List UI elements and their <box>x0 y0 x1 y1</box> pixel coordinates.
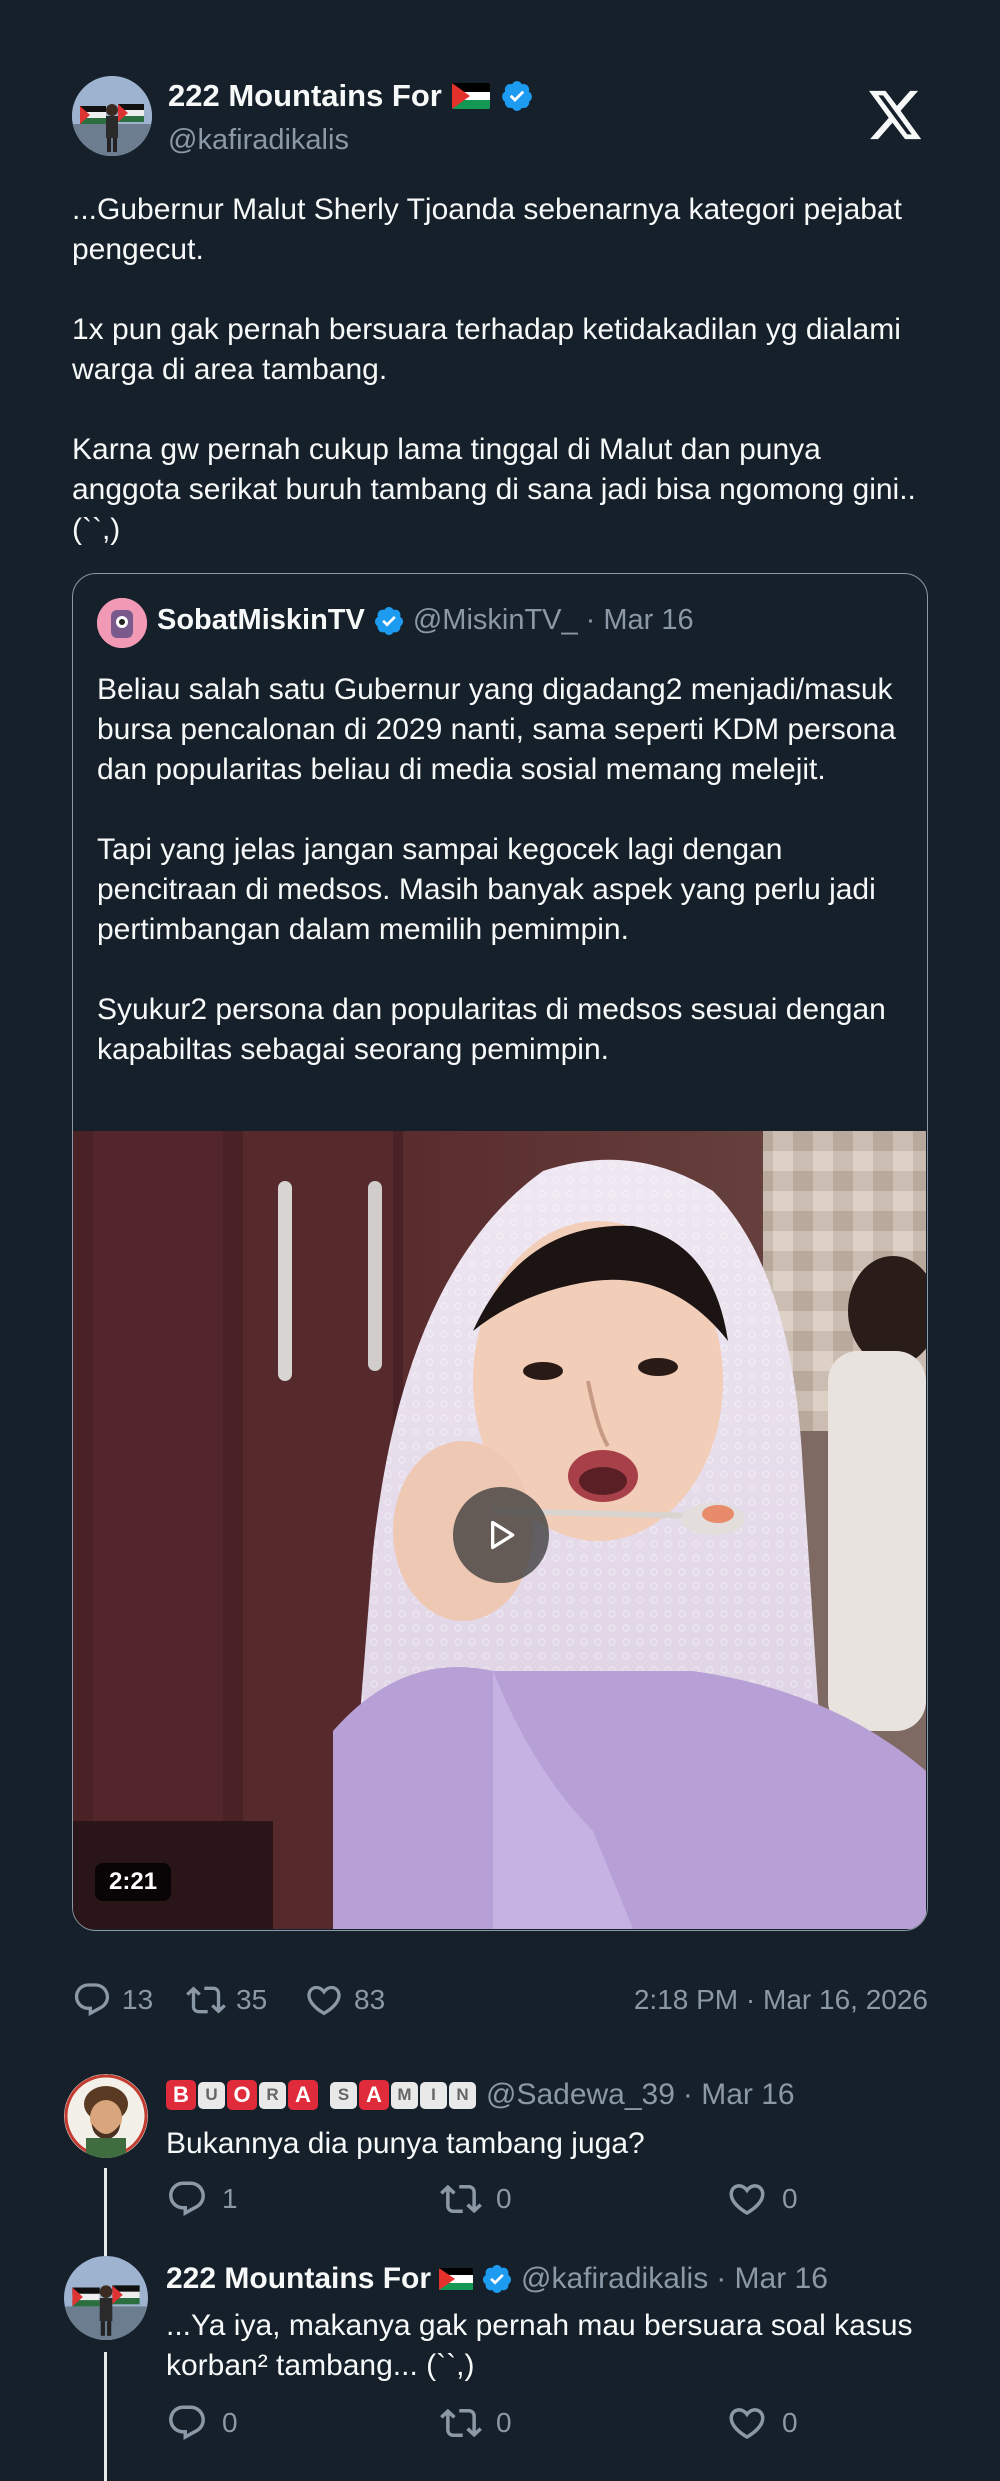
like-button[interactable]: 0 <box>726 2178 798 2220</box>
author-name-row[interactable]: 222 Mountains For <box>168 78 534 114</box>
reply-author-name[interactable]: 222 Mountains For <box>166 2262 431 2296</box>
avatar-image <box>64 2256 148 2340</box>
name-letter: S <box>330 2081 357 2109</box>
name-letter: N <box>449 2081 476 2109</box>
heart-icon <box>307 1985 341 2016</box>
name-letter: A <box>359 2080 389 2110</box>
name-letter: M <box>391 2081 418 2109</box>
reply-author-handle[interactable]: @kafiradikalis <box>521 2262 708 2296</box>
repost-arrows-icon <box>186 1986 226 2014</box>
reply-button[interactable]: 0 <box>166 2402 238 2444</box>
name-letter: U <box>198 2081 225 2109</box>
like-button[interactable]: 83 <box>304 1980 385 2020</box>
repost-button[interactable]: 0 <box>440 2402 512 2444</box>
repost-arrows-icon <box>440 2408 482 2438</box>
name-letter: A <box>288 2080 318 2110</box>
reply-text: ...Ya iya, makanya gak pernah mau bersua… <box>166 2309 913 2382</box>
like-button[interactable]: 0 <box>726 2402 798 2444</box>
quote-header: SobatMiskinTV @MiskinTV_ · Mar 16 <box>157 604 694 637</box>
verified-badge-icon[interactable] <box>481 2263 513 2295</box>
palestine-flag-icon <box>451 83 490 109</box>
reply-date[interactable]: · Mar 16 <box>716 2262 828 2296</box>
reply-author-handle[interactable]: @Sadewa_39 <box>486 2078 675 2112</box>
repost-count: 0 <box>496 2183 512 2214</box>
avatar-image <box>97 598 147 648</box>
play-icon <box>491 1520 515 1550</box>
play-button[interactable] <box>453 1487 549 1583</box>
reply-count: 13 <box>122 1984 154 2015</box>
author-name[interactable]: 222 Mountains For <box>168 78 442 114</box>
reply-author-avatar[interactable] <box>64 2256 148 2340</box>
heart-icon <box>729 2408 765 2440</box>
verified-badge-icon[interactable] <box>373 605 405 637</box>
reply-count: 0 <box>222 2407 238 2438</box>
avatar-image <box>64 2074 148 2158</box>
reply-button[interactable]: 13 <box>72 1980 153 2020</box>
name-letter: O <box>227 2080 257 2110</box>
reply-button[interactable]: 1 <box>166 2178 238 2220</box>
x-logo-icon[interactable] <box>866 88 924 142</box>
repost-count: 35 <box>236 1984 268 2015</box>
repost-button[interactable]: 35 <box>186 1980 267 2020</box>
quote-author-name[interactable]: SobatMiskinTV <box>157 604 365 637</box>
verified-badge-icon[interactable] <box>500 79 534 113</box>
tweet-timestamp[interactable]: 2:18 PM · Mar 16, 2026 <box>634 1984 928 2016</box>
reply-header: 222 Mountains For @kafiradikalis · Mar 1… <box>166 2262 828 2296</box>
repost-arrows-icon <box>440 2184 482 2214</box>
name-letter: R <box>259 2081 286 2109</box>
quote-paragraph: Beliau salah satu Gubernur yang digadang… <box>97 673 896 786</box>
avatar-image <box>72 76 152 156</box>
quote-author-handle[interactable]: @MiskinTV_ <box>413 604 578 637</box>
author-avatar[interactable] <box>72 76 152 156</box>
quote-paragraph: Tapi yang jelas jangan sampai kegocek la… <box>97 833 876 946</box>
quote-author-avatar[interactable] <box>97 598 147 648</box>
tweet-paragraph: ...Gubernur Malut Sherly Tjoanda sebenar… <box>72 193 902 266</box>
quote-date[interactable]: · Mar 16 <box>586 604 694 637</box>
reply-date[interactable]: · Mar 16 <box>683 2078 795 2112</box>
tweet-text: ...Gubernur Malut Sherly Tjoanda sebenar… <box>72 190 932 550</box>
quote-paragraph: Syukur2 persona dan popularitas di medso… <box>97 993 886 1066</box>
speech-bubble-icon <box>169 2181 205 2216</box>
reply-author-avatar[interactable] <box>64 2074 148 2158</box>
reply-count: 1 <box>222 2183 238 2214</box>
like-count: 0 <box>782 2183 798 2214</box>
speech-bubble-icon <box>74 1983 110 2017</box>
palestine-flag-icon <box>439 2267 474 2291</box>
author-handle[interactable]: @kafiradikalis <box>168 124 349 157</box>
name-letter: I <box>420 2081 447 2109</box>
repost-count: 0 <box>496 2407 512 2438</box>
quoted-tweet-card[interactable]: SobatMiskinTV @MiskinTV_ · Mar 16 Beliau… <box>72 573 928 1931</box>
video-duration: 2:21 <box>95 1863 172 1901</box>
reply-header: B U O R A S A M I N @Sadewa_39 · Mar 16 <box>166 2078 795 2112</box>
name-letter: B <box>166 2080 196 2110</box>
quote-text: Beliau salah satu Gubernur yang digadang… <box>97 670 897 1070</box>
reply-author-name[interactable]: B U O R A S A M I N <box>166 2080 478 2110</box>
repost-button[interactable]: 0 <box>440 2178 512 2220</box>
like-count: 0 <box>782 2407 798 2438</box>
tweet-paragraph: 1x pun gak pernah bersuara terhadap keti… <box>72 313 901 386</box>
reply-text: Bukannya dia punya tambang juga? <box>166 2127 645 2160</box>
thread-connector-line <box>104 2352 107 2481</box>
heart-icon <box>729 2184 765 2216</box>
speech-bubble-icon <box>169 2405 205 2440</box>
like-count: 83 <box>354 1984 386 2015</box>
tweet-paragraph: Karna gw pernah cukup lama tinggal di Ma… <box>72 433 916 546</box>
